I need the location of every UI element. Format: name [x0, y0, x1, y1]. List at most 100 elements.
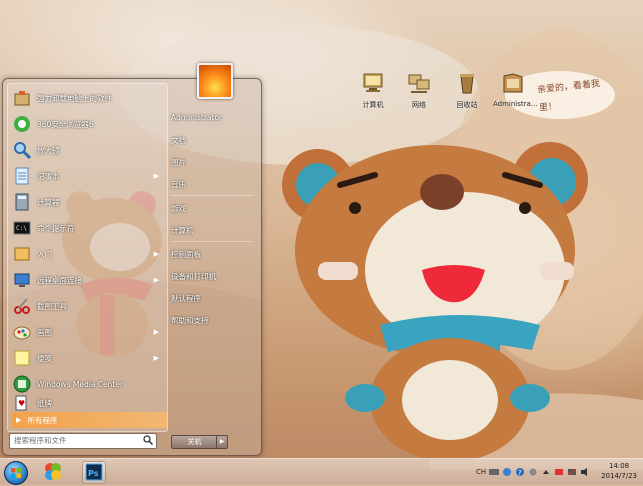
program-item-paint[interactable]: 画图 ▶ [10, 321, 165, 343]
program-label: 命令提示符 [37, 223, 75, 233]
desktop-icon-label: Administra... [493, 100, 538, 108]
program-item-sticky-notes[interactable]: 便笺 ▶ [10, 347, 165, 369]
wallpaper-card-text: 亲爱的，看着我里！ [536, 79, 601, 114]
desktop-icon-recycle-bin[interactable]: 回收站 [447, 72, 487, 110]
submenu-arrow-icon: ▶ [153, 276, 159, 284]
clock-date: 2014/7/23 [601, 472, 637, 480]
start-right-control-panel[interactable]: 控制面板 [171, 249, 201, 260]
program-label: 记事本 [37, 171, 60, 181]
start-right-user[interactable]: Administrator [171, 113, 222, 122]
program-label: 画图 [37, 327, 52, 337]
clock-time: 14:08 [608, 462, 630, 470]
shutdown-button[interactable]: 关机 [171, 435, 218, 449]
desktop-icon-label: 计算机 [362, 101, 384, 109]
start-right-documents[interactable]: 文档 [171, 135, 186, 146]
network-status-icon[interactable] [567, 467, 577, 477]
program-label: Windows Media Center [37, 379, 124, 389]
program-item-magnifier[interactable]: 放大镜 [10, 139, 165, 161]
submenu-arrow-icon: ▶ [153, 328, 159, 336]
sticky-notes-icon [14, 350, 30, 366]
uninstall-icon [14, 91, 30, 106]
system-tray: CH ? [476, 464, 590, 480]
desktop-icon-user-folder[interactable]: Administra... [493, 72, 538, 108]
program-item-solitaire[interactable]: ♥ 纸牌 [10, 395, 165, 411]
program-item-media-center[interactable]: Windows Media Center [10, 373, 165, 395]
program-label: 纸牌 [37, 398, 52, 408]
paint-icon [13, 326, 31, 340]
start-search-box [9, 433, 157, 449]
user-avatar[interactable] [197, 63, 233, 99]
show-hidden-icons-icon[interactable] [541, 467, 551, 477]
volume-icon[interactable] [580, 467, 590, 477]
shutdown-options-button[interactable]: ▶ [216, 435, 228, 449]
start-right-games[interactable]: 游戏 [171, 203, 186, 214]
solitaire-icon: ♥ [15, 395, 27, 411]
program-item-getting-started[interactable]: 入门 ▶ [10, 243, 165, 265]
action-center-icon[interactable] [554, 467, 564, 477]
photoshop-icon: Ps [85, 463, 103, 481]
program-item-uninstaller[interactable]: 强力卸载电脑上的软件 [10, 87, 165, 109]
svg-text:?: ? [518, 469, 522, 477]
recycle-bin-icon [460, 74, 474, 94]
program-label: 远程桌面连接 [37, 275, 82, 285]
search-icon[interactable] [143, 435, 153, 445]
program-item-snipping-tool[interactable]: 截图工具 [10, 295, 165, 317]
program-label: 360安全浏览器6 [37, 119, 94, 129]
windows-flag-icon [45, 463, 61, 480]
desktop-icon-network[interactable]: 网络 [399, 72, 439, 110]
notepad-icon [15, 167, 29, 185]
start-right-help-support[interactable]: 帮助和支持 [171, 315, 209, 326]
program-label: 放大镜 [37, 145, 60, 155]
getting-started-icon [14, 247, 30, 261]
desktop-icon-label: 回收站 [456, 101, 478, 109]
program-label: 便笺 [37, 353, 52, 363]
windows-logo-icon [11, 468, 21, 478]
magnifier-icon [14, 142, 31, 159]
program-item-calculator[interactable]: 计算器 [10, 191, 165, 213]
calculator-icon [15, 193, 29, 211]
start-menu-programs-pane: 强力卸载电脑上的软件 360安全浏览器6 放大镜 记事本 ▶ 计算器 C:\ 命… [7, 83, 168, 432]
submenu-arrow-icon: ▶ [153, 354, 159, 362]
program-label: 截图工具 [37, 301, 67, 311]
program-item-remote-desktop[interactable]: 远程桌面连接 ▶ [10, 269, 165, 291]
media-center-icon [13, 375, 31, 393]
start-search-input[interactable] [10, 434, 140, 446]
start-right-devices-printers[interactable]: 设备和打印机 [171, 271, 216, 282]
user-folder-icon [503, 73, 523, 93]
start-button[interactable] [4, 461, 28, 485]
all-programs-button[interactable]: ▶ 所有程序 [12, 412, 167, 428]
program-item-cmd[interactable]: C:\ 命令提示符 [10, 217, 165, 239]
browser-360-icon [14, 116, 30, 132]
desktop-icon-label: 网络 [412, 101, 426, 109]
submenu-arrow-icon: ▶ [153, 250, 159, 258]
system-clock[interactable]: 14:08 2014/7/23 [601, 461, 637, 481]
desktop-icon-computer[interactable]: 计算机 [353, 72, 393, 110]
cmd-icon: C:\ [13, 221, 31, 235]
svg-text:Ps: Ps [88, 469, 99, 478]
help-icon[interactable]: ? [515, 467, 525, 477]
taskbar-app-windows-flag[interactable] [42, 461, 64, 482]
svg-text:♥: ♥ [18, 399, 25, 408]
computer-icon [363, 73, 383, 92]
start-right-default-programs[interactable]: 默认程序 [171, 293, 201, 304]
taskbar: Ps CH ? 14:08 2014/7/23 [0, 458, 643, 485]
start-right-divider [171, 195, 253, 196]
program-label: 入门 [37, 249, 52, 259]
input-language-indicator[interactable]: CH [476, 468, 486, 476]
program-item-notepad[interactable]: 记事本 ▶ [10, 165, 165, 187]
remote-desktop-icon [14, 273, 30, 287]
settings-icon[interactable] [528, 467, 538, 477]
start-right-computer[interactable]: 计算机 [171, 225, 194, 236]
snipping-tool-icon [14, 298, 30, 314]
svg-text:C:\: C:\ [16, 225, 27, 232]
program-label: 计算器 [37, 197, 60, 207]
start-right-music[interactable]: 音乐 [171, 179, 186, 190]
taskbar-app-photoshop[interactable]: Ps [82, 461, 106, 484]
program-item-360-browser[interactable]: 360安全浏览器6 [10, 113, 165, 135]
start-right-divider [171, 241, 253, 242]
start-menu: 强力卸载电脑上的软件 360安全浏览器6 放大镜 记事本 ▶ 计算器 C:\ 命… [2, 63, 262, 456]
keyboard-icon[interactable] [489, 467, 500, 477]
ime-icon[interactable] [502, 467, 512, 477]
all-programs-arrow-icon: ▶ [16, 416, 22, 424]
start-right-pictures[interactable]: 图片 [171, 157, 186, 168]
